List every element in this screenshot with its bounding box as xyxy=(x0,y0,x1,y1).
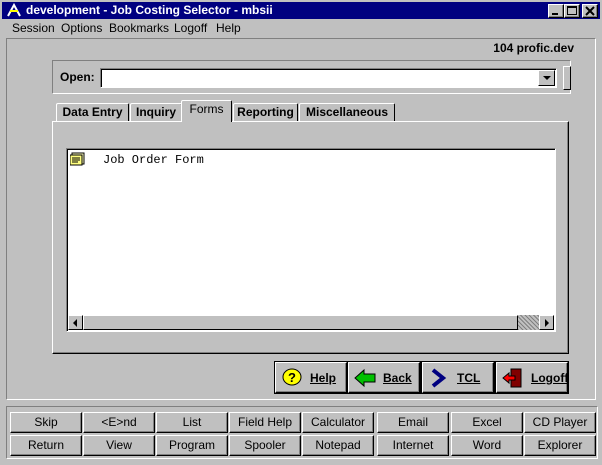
scroll-thumb[interactable] xyxy=(83,315,518,330)
list-item-label: Job Order Form xyxy=(103,153,204,167)
menu-help[interactable]: Help xyxy=(216,21,241,35)
exit-door-icon xyxy=(502,368,522,388)
maximize-button[interactable] xyxy=(564,4,580,18)
form-document-icon xyxy=(70,152,85,166)
fkey-internet[interactable]: Internet xyxy=(377,435,449,456)
horizontal-scrollbar[interactable] xyxy=(68,315,554,330)
tcl-button-label: TCL xyxy=(457,371,481,385)
forms-list[interactable] xyxy=(66,148,556,332)
menu-session[interactable]: Session xyxy=(12,21,55,35)
svg-text:?: ? xyxy=(288,370,296,385)
fkey-end[interactable]: <E>nd xyxy=(83,412,155,433)
fkey-explorer[interactable]: Explorer xyxy=(524,435,596,456)
open-dropdown-button[interactable] xyxy=(538,70,555,86)
logoff-button-label: Logoff xyxy=(531,371,569,385)
scroll-right-button[interactable] xyxy=(539,315,554,330)
minimize-icon xyxy=(552,13,558,15)
open-input[interactable] xyxy=(100,68,557,88)
tab-inquiry[interactable]: Inquiry xyxy=(130,103,182,122)
tab-data-entry[interactable]: Data Entry xyxy=(56,103,129,122)
help-button[interactable]: ? Help xyxy=(274,361,348,394)
window-title: development - Job Costing Selector - mbs… xyxy=(26,3,273,17)
fkey-email[interactable]: Email xyxy=(377,412,449,433)
tab-miscellaneous[interactable]: Miscellaneous xyxy=(299,103,395,122)
fkey-notepad[interactable]: Notepad xyxy=(302,435,374,456)
application-window: development - Job Costing Selector - mbs… xyxy=(0,0,602,465)
open-side-button[interactable] xyxy=(563,66,571,90)
title-bar[interactable]: development - Job Costing Selector - mbs… xyxy=(2,2,600,19)
close-button[interactable] xyxy=(582,4,598,18)
fkey-view[interactable]: View xyxy=(83,435,155,456)
fkey-skip[interactable]: Skip xyxy=(10,412,82,433)
menu-bar: Session Options Bookmarks Logoff Help xyxy=(2,19,600,38)
tcl-button[interactable]: TCL xyxy=(421,361,495,394)
fkey-spooler[interactable]: Spooler xyxy=(229,435,301,456)
close-icon xyxy=(585,6,595,16)
fkey-program[interactable]: Program xyxy=(156,435,228,456)
fkey-return[interactable]: Return xyxy=(10,435,82,456)
function-key-bar: Skip <E>nd List Field Help Calculator Em… xyxy=(6,406,598,459)
fkey-list[interactable]: List xyxy=(156,412,228,433)
maximize-icon xyxy=(567,6,577,15)
fkey-word[interactable]: Word xyxy=(451,435,523,456)
logoff-button[interactable]: Logoff xyxy=(495,361,569,394)
back-button[interactable]: Back xyxy=(347,361,421,394)
fkey-field-help[interactable]: Field Help xyxy=(229,412,301,433)
open-label: Open: xyxy=(60,70,95,84)
tab-forms[interactable]: Forms xyxy=(181,100,232,122)
back-arrow-icon xyxy=(354,368,376,388)
tab-reporting[interactable]: Reporting xyxy=(233,103,298,122)
back-button-label: Back xyxy=(383,371,412,385)
fkey-excel[interactable]: Excel xyxy=(451,412,523,433)
resize-grip[interactable] xyxy=(518,315,539,330)
menu-logoff[interactable]: Logoff xyxy=(174,21,207,35)
help-button-label: Help xyxy=(310,371,337,385)
menu-bookmarks[interactable]: Bookmarks xyxy=(109,21,169,35)
app-icon xyxy=(7,3,21,17)
chevron-right-icon xyxy=(431,368,447,388)
minimize-button[interactable] xyxy=(548,4,564,18)
scroll-left-button[interactable] xyxy=(68,315,83,330)
question-mark-icon: ? xyxy=(282,368,302,386)
fkey-cd-player[interactable]: CD Player xyxy=(524,412,596,433)
account-label: 104 profic.dev xyxy=(493,41,574,55)
fkey-calculator[interactable]: Calculator xyxy=(302,412,374,433)
menu-options[interactable]: Options xyxy=(61,21,102,35)
